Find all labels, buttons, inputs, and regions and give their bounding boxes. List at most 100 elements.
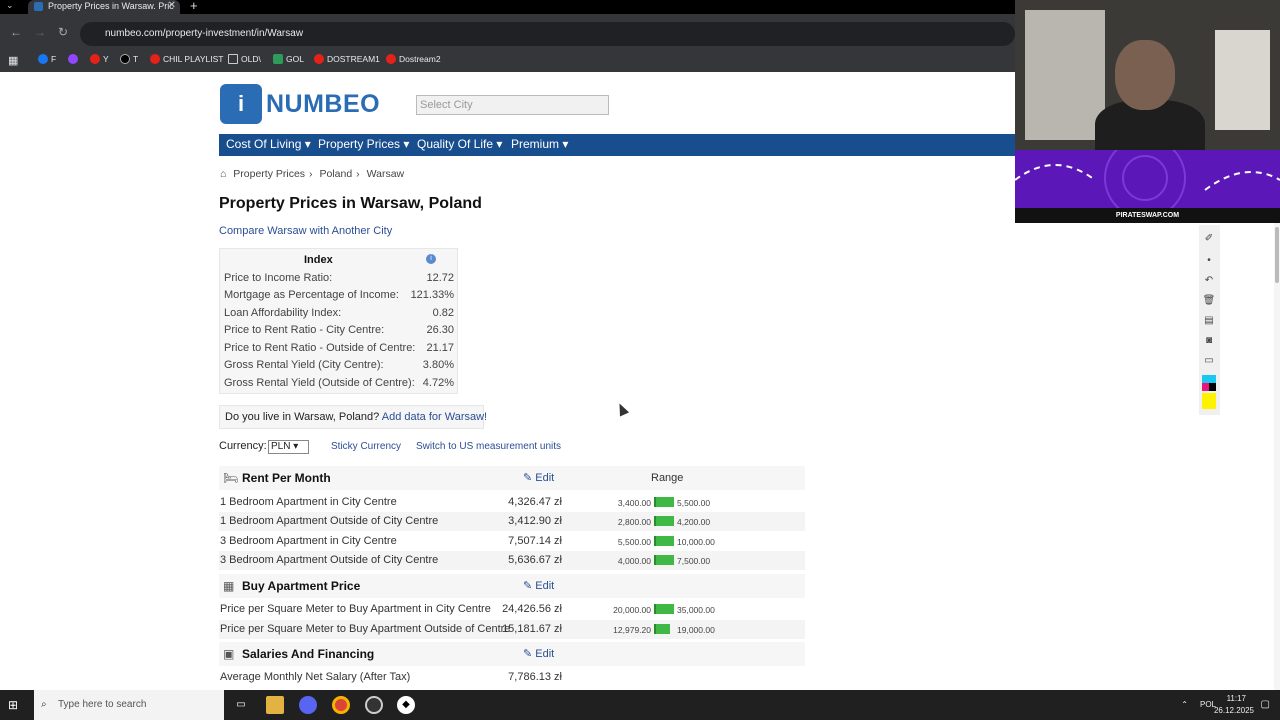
webcam-overlay [1015,0,1280,150]
section-buy: ▦ Buy Apartment Price ✎ Edit [219,574,805,598]
index-row: Price to Rent Ratio - City Centre: 26.30 [224,324,454,336]
index-row: Price to Rent Ratio - Outside of Centre:… [224,342,454,354]
camera-icon[interactable]: ◙ [1202,335,1216,349]
chrome-icon[interactable] [332,696,350,714]
range-low: 4,000.00 [617,556,651,566]
edit-rent-button[interactable]: ✎ Edit [523,471,554,484]
home-icon[interactable]: ⌂ [220,168,226,180]
section-salaries: ▣ Salaries And Financing ✎ Edit [219,642,805,666]
clock-time[interactable]: 11:17 [1227,694,1246,703]
color-black[interactable] [1209,383,1216,391]
logo-icon: i [220,84,262,124]
row-label: 3 Bedroom Apartment Outside of City Cent… [220,554,439,566]
index-table: Index i Price to Income Ratio: 12.72 Mort… [219,248,458,394]
bookmark-gol[interactable]: GOL [273,54,304,64]
back-icon[interactable]: ← [10,25,22,39]
tab-active[interactable]: Property Prices in Warsaw. Pric ✕ [28,0,180,14]
tab-search-icon[interactable]: ⌄ [6,0,14,11]
nav-premium[interactable]: Premium ▾ [511,137,568,151]
wallet-icon: ▣ [223,647,235,661]
info-icon[interactable]: i [426,254,436,264]
file-explorer-icon[interactable] [266,696,284,714]
trash-icon[interactable]: 🗑 [1202,295,1216,309]
taskbar-search[interactable]: ⌕ Type here to search [34,690,224,720]
index-label: Price to Rent Ratio - Outside of Centre: [224,342,416,354]
breadcrumb-poland[interactable]: Poland [319,168,352,180]
bookmark-dostream2[interactable]: Dostream2 [386,54,441,64]
index-row: Mortgage as Percentage of Income: 121.33% [224,289,454,301]
breadcrumb-property-prices[interactable]: Property Prices [233,168,305,180]
main-nav: Cost Of Living ▾ Property Prices ▾ Quali… [219,134,1015,156]
range-high: 5,500.00 [677,498,711,508]
clock-date[interactable]: 26.12.2025 [1214,706,1254,715]
bookmark-dostream1[interactable]: DOSTREAM1 [314,54,380,64]
switch-units-link[interactable]: Switch to US measurement units [416,441,561,452]
bookmark-label: T [133,54,139,64]
edit-label: Edit [535,648,555,660]
edit-salaries-button[interactable]: ✎ Edit [523,647,554,660]
undo-icon[interactable]: ↶ [1202,275,1216,289]
app-icon[interactable]: ◆ [397,696,415,714]
compare-city-link[interactable]: Compare Warsaw with Another City [219,225,392,237]
range-high: 10,000.00 [677,537,715,547]
forward-icon[interactable]: → [34,25,46,39]
edit-label: Edit [535,580,555,592]
index-row: Gross Rental Yield (Outside of Centre): 4… [224,377,454,389]
table-row: 1 Bedroom Apartment in City Centre 4,326.… [219,493,805,512]
color-cyan[interactable] [1202,375,1216,383]
bed-icon: 🛏 [223,471,239,485]
discord-icon[interactable] [299,696,317,714]
scrollbar-thumb[interactable] [1275,227,1279,283]
range-high: 35,000.00 [677,605,715,615]
clipboard-icon[interactable]: ▭ [1202,355,1216,369]
select-city-input[interactable]: Select City [416,95,609,115]
section-rent: 🛏 Rent Per Month ✎ Edit Range [219,466,805,490]
nav-cost-of-living[interactable]: Cost Of Living ▾ [226,137,311,151]
sticky-currency-link[interactable]: Sticky Currency [331,441,401,452]
bookmark-youtube[interactable]: Y [90,54,109,64]
new-tab-icon[interactable]: + [190,0,198,13]
task-view-icon[interactable]: ▭ [232,696,250,714]
row-value: 5,636.67 zł [508,554,562,566]
row-value: 7,786.13 zł [508,671,562,683]
reload-icon[interactable]: ↻ [58,25,68,39]
board-icon[interactable]: ▤ [1202,315,1216,329]
currency-select[interactable]: PLN ▾ [268,440,309,454]
twitch-icon [68,54,78,64]
tray-chevron-icon[interactable]: ⌃ [1181,700,1188,709]
index-value: 0.82 [432,307,454,319]
bookmark-facebook[interactable]: F [38,54,56,64]
contribute-text: Do you live in Warsaw, Poland? [225,411,380,423]
color-yellow[interactable] [1202,393,1216,409]
apps-grid-icon[interactable]: ▦ [8,54,18,67]
notification-icon[interactable]: ▢ [1261,699,1270,710]
bookmark-chil-playlist[interactable]: CHIL PLAYLIST [150,54,223,64]
dot-icon[interactable]: • [1202,255,1216,269]
color-magenta[interactable] [1202,383,1209,391]
obs-icon[interactable] [365,696,383,714]
close-tab-icon[interactable]: ✕ [168,0,176,12]
youtube-icon [90,54,100,64]
range-low: 3,400.00 [617,498,651,508]
range-low: 20,000.00 [613,605,651,615]
folder-icon [228,54,238,64]
add-data-link[interactable]: Add data for Warsaw! [382,411,487,423]
row-label: Price per Square Meter to Buy Apartment … [220,623,511,635]
eraser-icon[interactable]: ✐ [1202,233,1216,247]
bookmark-twitch[interactable] [68,54,81,64]
youtube-icon [386,54,396,64]
scrollbar[interactable] [1274,223,1280,690]
nav-quality-of-life[interactable]: Quality Of Life ▾ [417,137,502,151]
row-label: Average Monthly Net Salary (After Tax) [220,671,411,683]
row-value: 3,412.90 zł [508,515,562,527]
address-bar[interactable]: numbeo.com/property-investment/in/Warsaw [80,22,1015,46]
edit-buy-button[interactable]: ✎ Edit [523,579,554,592]
bookmark-x[interactable]: T [120,54,138,64]
x-icon [120,54,130,64]
logo-text: NUMBEO [266,90,381,118]
bookmark-old[interactable]: OLD\ [228,54,261,64]
nav-property-prices[interactable]: Property Prices ▾ [318,137,409,151]
index-value: 3.80% [422,359,454,371]
windows-start-icon[interactable]: ⊞ [8,698,22,712]
bookmark-label: Y [103,54,109,64]
